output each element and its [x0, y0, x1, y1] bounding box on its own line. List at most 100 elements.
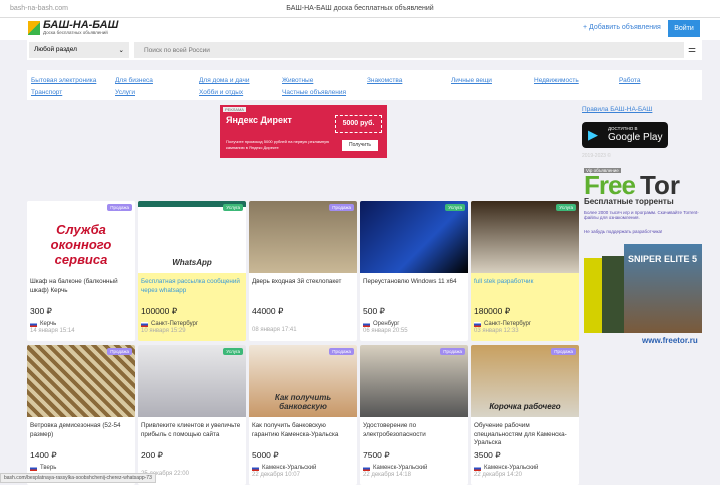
- russia-flag-icon: [474, 321, 481, 327]
- listing-date: 06 января 20:55: [363, 328, 408, 334]
- category-link[interactable]: Бытовая электроника: [31, 77, 96, 84]
- listing-image[interactable]: Продажа: [360, 345, 468, 417]
- image-caption: Корочка рабочего: [489, 402, 561, 411]
- listing-image[interactable]: Услуга: [471, 201, 579, 273]
- listing-location: Санкт-Петербург: [471, 317, 579, 327]
- ad-amount: 5000 руб.: [335, 115, 382, 133]
- listing-title[interactable]: Дверь входная 3й стеклопакет: [249, 273, 357, 303]
- listing-card[interactable]: Как получить банковскую Продажа Как полу…: [249, 345, 357, 485]
- listing-image[interactable]: Как получить банковскую Продажа: [249, 345, 357, 417]
- category-link[interactable]: Работа: [619, 77, 640, 84]
- listing-type-badge: Продажа: [107, 204, 132, 211]
- russia-flag-icon: [252, 465, 259, 471]
- listing-city: Керчь: [40, 321, 57, 327]
- listing-type-badge: Услуга: [556, 204, 576, 211]
- search-input[interactable]: [134, 42, 684, 58]
- freetor-text: Более 2000 тысяч игр и программ. Скачива…: [584, 210, 699, 220]
- listing-title[interactable]: Обучение рабочим специальностям для Каме…: [471, 417, 579, 447]
- category-link[interactable]: Частные объявления: [282, 89, 346, 96]
- listing-type-badge: Продажа: [440, 348, 465, 355]
- category-link[interactable]: Хобби и отдых: [199, 89, 243, 96]
- listing-city: Каменск-Уральский: [262, 465, 317, 471]
- category-panel: Бытовая электроника Для бизнеса Для дома и…: [27, 70, 702, 100]
- listing-image[interactable]: Служба оконного сервиса Продажа: [27, 201, 135, 273]
- listing-image[interactable]: Услуга: [138, 345, 246, 417]
- ad-brand: Яндекс Директ: [226, 115, 292, 125]
- listing-title[interactable]: Как получить банковскую гарантию Каменск…: [249, 417, 357, 447]
- listing-title[interactable]: Ветровка демисезонная (52-54 размер): [27, 417, 135, 447]
- russia-flag-icon: [30, 321, 37, 327]
- listing-location: Каменск-Уральский: [360, 461, 468, 471]
- listing-image[interactable]: Продажа: [27, 345, 135, 417]
- listing-date: 10 января 15:29: [141, 328, 186, 334]
- listing-title[interactable]: Шкаф на балконе (балконный шкаф) Керчь: [27, 273, 135, 303]
- logo-title: БАШ-НА-БАШ: [43, 19, 119, 31]
- section-select[interactable]: Любой раздел ⌄: [29, 42, 129, 58]
- freetor-site-link[interactable]: www.freetor.ru: [642, 336, 698, 345]
- listing-city: Санкт-Петербург: [484, 321, 532, 327]
- freetor-text2: Не забудь поддержать разработчика!: [584, 229, 663, 234]
- russia-flag-icon: [363, 321, 370, 327]
- listing-card[interactable]: Корочка рабочего Продажа Обучение рабочи…: [471, 345, 579, 485]
- listing-type-badge: Продажа: [329, 204, 354, 211]
- listing-image[interactable]: Услуга: [360, 201, 468, 273]
- listing-card[interactable]: Услуга Переустановлю Windows 11 x64 500 …: [360, 201, 468, 341]
- category-link[interactable]: Личные вещи: [451, 77, 492, 84]
- category-link[interactable]: Недвижимость: [534, 77, 579, 84]
- rules-link[interactable]: Правила БАШ-НА-БАШ: [582, 106, 652, 113]
- listing-date: 14 января 15:14: [30, 328, 75, 334]
- game-cover-sniper: SNIPER ELITE 5: [624, 244, 702, 333]
- russia-flag-icon: [474, 465, 481, 471]
- category-link[interactable]: Для дома и дачи: [199, 77, 250, 84]
- listing-location: Керчь: [27, 317, 135, 327]
- listing-image[interactable]: Корочка рабочего Продажа: [471, 345, 579, 417]
- listing-location: Санкт-Петербург: [138, 317, 246, 327]
- category-link[interactable]: Животные: [282, 77, 313, 84]
- listing-card[interactable]: Услуга full stek разработчик 180000 ₽ Са…: [471, 201, 579, 341]
- section-value: Любой раздел: [34, 46, 77, 53]
- listing-title[interactable]: Удостоверение по электробезопасности: [360, 417, 468, 447]
- logo[interactable]: БАШ-НА-БАШ Доска бесплатных объявлений: [28, 20, 118, 35]
- login-button[interactable]: Войти: [668, 20, 700, 37]
- listing-title[interactable]: Переустановлю Windows 11 x64: [360, 273, 468, 303]
- listing-title[interactable]: Бесплатная рассылка сообщений через what…: [138, 273, 246, 303]
- listing-date: 08 января 17:41: [252, 327, 297, 333]
- category-link[interactable]: Услуги: [115, 89, 135, 96]
- listing-card[interactable]: Продажа Удостоверение по электробезопасн…: [360, 345, 468, 485]
- listing-location: Каменск-Уральский: [249, 461, 357, 471]
- ad-banner[interactable]: РЕКЛАМА Яндекс Директ 5000 руб. Получите…: [220, 105, 387, 158]
- logo-subtitle: Доска бесплатных объявлений: [43, 30, 108, 35]
- listing-card[interactable]: Служба оконного сервиса Продажа Шкаф на …: [27, 201, 135, 341]
- logo-icon: [28, 20, 40, 35]
- listing-image[interactable]: WhatsApp Услуга: [138, 201, 246, 273]
- listing-card[interactable]: WhatsApp Услуга Бесплатная рассылка сооб…: [138, 201, 246, 341]
- listing-type-badge: Продажа: [551, 348, 576, 355]
- listing-title[interactable]: full stek разработчик: [471, 273, 579, 303]
- google-play-button[interactable]: ▶ ДОСТУПНО В Google Play: [582, 122, 668, 148]
- category-link[interactable]: Знакомства: [367, 77, 402, 84]
- filter-icon[interactable]: ⚌: [688, 44, 696, 55]
- listing-date: 03 января 12:33: [474, 328, 519, 334]
- listing-price: 3500 ₽: [474, 450, 501, 460]
- listing-city: Оренбург: [373, 321, 400, 327]
- listing-image[interactable]: Продажа: [249, 201, 357, 273]
- listing-price: 300 ₽: [30, 306, 52, 316]
- listing-location: Тверь: [27, 461, 135, 471]
- ad-button[interactable]: Получить: [342, 140, 378, 151]
- freetor-ad[interactable]: Vip объявление Free Tor Бесплатные торре…: [582, 166, 704, 346]
- listing-card[interactable]: Продажа Дверь входная 3й стеклопакет 440…: [249, 201, 357, 341]
- listing-city: Тверь: [40, 465, 57, 471]
- listing-title[interactable]: Привлеките клиентов и увеличьте прибыль …: [138, 417, 246, 447]
- listing-price: 100000 ₽: [141, 306, 178, 316]
- listing-price: 5000 ₽: [252, 450, 279, 460]
- add-listing-link[interactable]: + Добавить объявления: [583, 24, 661, 31]
- category-link[interactable]: Транспорт: [31, 89, 62, 96]
- listing-card[interactable]: Услуга Привлеките клиентов и увеличьте п…: [138, 345, 246, 485]
- chevron-down-icon: ⌄: [118, 47, 124, 54]
- listing-price: 7500 ₽: [363, 450, 390, 460]
- listing-location: Оренбург: [360, 317, 468, 327]
- listing-type-badge: Продажа: [107, 348, 132, 355]
- listing-card[interactable]: Продажа Ветровка демисезонная (52-54 раз…: [27, 345, 135, 485]
- russia-flag-icon: [363, 465, 370, 471]
- category-link[interactable]: Для бизнеса: [115, 77, 153, 84]
